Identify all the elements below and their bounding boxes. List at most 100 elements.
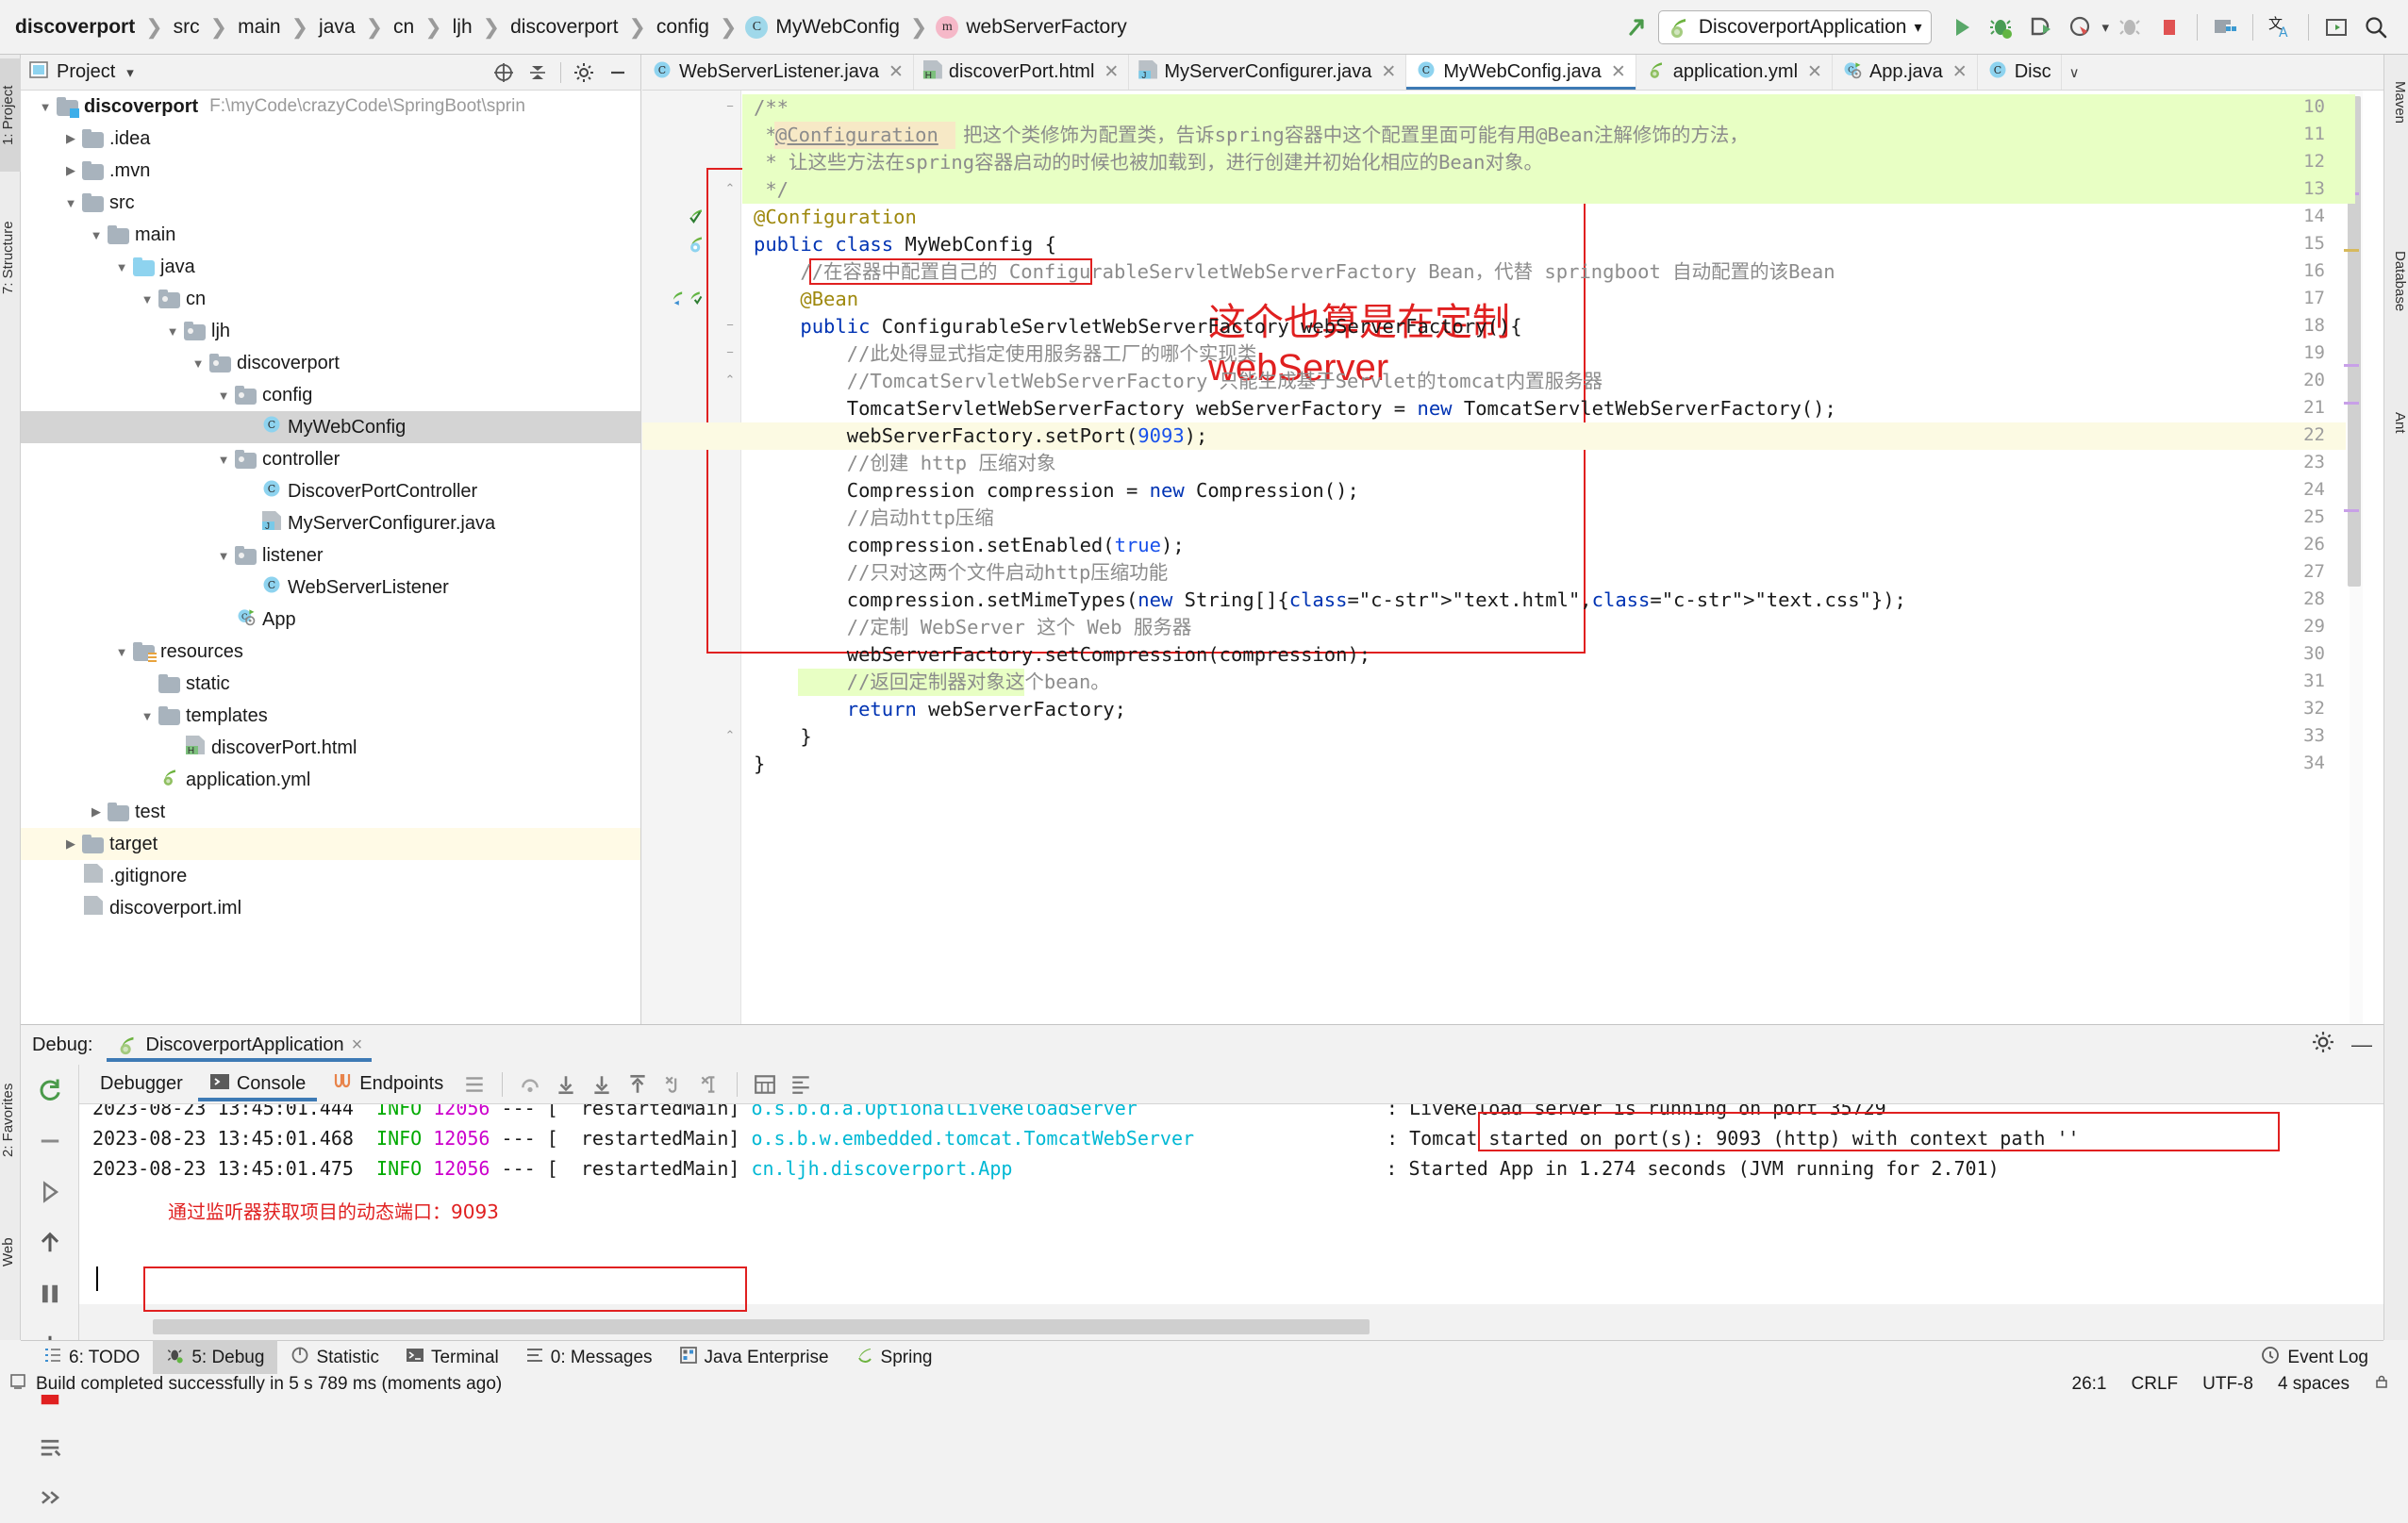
tree-expand-arrow[interactable]: ▼ bbox=[59, 196, 82, 210]
evaluate-expression-icon[interactable] bbox=[749, 1070, 781, 1099]
sidebar-tab-project[interactable]: 1: Project bbox=[0, 58, 21, 172]
tree-item--idea[interactable]: ▶ .idea bbox=[21, 123, 640, 155]
bottom-tab-statistic[interactable]: Statistic bbox=[277, 1340, 392, 1376]
attach-debugger-button[interactable] bbox=[2111, 9, 2149, 45]
tree-item-myserverconfigurer-java[interactable]: J MyServerConfigurer.java bbox=[21, 507, 640, 539]
tree-item-config[interactable]: ▼ config bbox=[21, 379, 640, 411]
code-line[interactable]: webServerFactory.setCompression(compress… bbox=[754, 643, 1370, 666]
back-arrow-icon[interactable] bbox=[1619, 9, 1656, 45]
breadcrumb-item-discoverport-pkg[interactable]: discoverport bbox=[508, 16, 620, 39]
run-to-cursor-icon[interactable] bbox=[693, 1070, 725, 1099]
tree-item-discoverport-iml[interactable]: discoverport.iml bbox=[21, 892, 640, 924]
code-line[interactable]: * 让这些方法在spring容器启动的时候也被加载到，进行创建并初始化相应的Be… bbox=[754, 151, 1543, 174]
close-icon[interactable]: × bbox=[352, 1035, 363, 1056]
editor-tab-application-yml[interactable]: application.yml ✕ bbox=[1636, 55, 1833, 90]
debug-button[interactable] bbox=[1983, 9, 2020, 45]
code-line[interactable]: @Bean bbox=[754, 288, 858, 310]
rerun-icon[interactable] bbox=[21, 1065, 79, 1116]
tab-debugger[interactable]: Debugger bbox=[89, 1069, 194, 1099]
profiler-button[interactable] bbox=[2062, 9, 2100, 45]
breadcrumb-item-main[interactable]: main bbox=[236, 16, 283, 39]
force-step-into-icon[interactable] bbox=[586, 1070, 618, 1099]
breadcrumb-item-java[interactable]: java bbox=[317, 16, 357, 39]
close-icon[interactable]: ✕ bbox=[1952, 61, 1968, 83]
bottom-tab-messages[interactable]: 0: Messages bbox=[512, 1340, 666, 1376]
close-icon[interactable]: ✕ bbox=[888, 61, 904, 83]
debug-session-tab[interactable]: DiscoverportApplication × bbox=[107, 1028, 373, 1062]
code-line[interactable]: public ConfigurableServletWebServerFacto… bbox=[754, 315, 1521, 338]
tree-item-discoverport[interactable]: ▼ discoverport bbox=[21, 347, 640, 379]
editor-tab-discoverport-html[interactable]: HdiscoverPort.html ✕ bbox=[914, 55, 1130, 90]
tree-item-cn[interactable]: ▼ cn bbox=[21, 283, 640, 315]
bottom-tab-terminal[interactable]: Terminal bbox=[392, 1340, 512, 1376]
code-fold-icon[interactable]: ⌃ bbox=[723, 373, 737, 388]
code-line[interactable]: } bbox=[754, 725, 811, 748]
editor-tab-disc[interactable]: C Disc bbox=[1978, 55, 2062, 90]
step-over-icon[interactable] bbox=[514, 1070, 546, 1099]
code-fold-icon[interactable]: − bbox=[723, 346, 737, 360]
lock-icon[interactable] bbox=[2374, 1374, 2389, 1395]
tree-expand-arrow[interactable]: ▼ bbox=[85, 228, 108, 242]
run-button[interactable] bbox=[1943, 9, 1981, 45]
code-line[interactable]: /** bbox=[754, 96, 789, 119]
project-structure-button[interactable] bbox=[2206, 9, 2244, 45]
tree-item-target[interactable]: ▶ target bbox=[21, 828, 640, 860]
code-line[interactable]: @Configuration bbox=[754, 206, 917, 228]
code-line[interactable]: webServerFactory.setPort(9093); bbox=[754, 424, 1208, 447]
soft-wrap-icon[interactable] bbox=[785, 1070, 817, 1099]
editor-tab-webserverlistener-java[interactable]: C WebServerListener.java ✕ bbox=[642, 55, 914, 90]
settings-icon[interactable] bbox=[21, 1421, 79, 1472]
chevron-down-icon[interactable]: ▾ bbox=[126, 64, 134, 81]
tree-item--mvn[interactable]: ▶ .mvn bbox=[21, 155, 640, 187]
tree-expand-arrow[interactable]: ▼ bbox=[161, 324, 184, 339]
tree-item-listener[interactable]: ▼ listener bbox=[21, 539, 640, 571]
pause-icon[interactable] bbox=[21, 1268, 79, 1319]
file-encoding[interactable]: UTF-8 bbox=[2202, 1374, 2253, 1395]
breadcrumb-item-config[interactable]: config bbox=[655, 16, 711, 39]
editor-tab-app-java[interactable]: C App.java ✕ bbox=[1833, 55, 1978, 90]
code-line[interactable]: */ bbox=[754, 178, 789, 201]
tree-item-static[interactable]: static bbox=[21, 668, 640, 700]
close-icon[interactable]: ✕ bbox=[1381, 61, 1396, 83]
hide-panel-icon[interactable] bbox=[603, 58, 633, 87]
drop-frame-icon[interactable] bbox=[657, 1070, 689, 1099]
code-line[interactable]: Compression compression = new Compressio… bbox=[754, 479, 1359, 502]
code-line[interactable]: compression.setEnabled(true); bbox=[754, 534, 1185, 556]
resume-program-icon[interactable] bbox=[21, 1167, 79, 1217]
tree-expand-arrow[interactable]: ▶ bbox=[85, 804, 108, 819]
event-log-label[interactable]: Event Log bbox=[2287, 1348, 2368, 1368]
tree-item-discoverportcontroller[interactable]: C DiscoverPortController bbox=[21, 475, 640, 507]
tree-item-test[interactable]: ▶ test bbox=[21, 796, 640, 828]
gear-icon[interactable] bbox=[2312, 1031, 2334, 1059]
indent-setting[interactable]: 4 spaces bbox=[2278, 1374, 2350, 1395]
minimize-icon[interactable] bbox=[21, 1116, 79, 1167]
tree-item-discoverport-html[interactable]: HdiscoverPort.html bbox=[21, 732, 640, 764]
editor-marker-strip[interactable] bbox=[2348, 91, 2363, 1024]
code-line[interactable]: //返回定制器对象这个bean。 bbox=[754, 670, 1110, 693]
console-horizontal-scrollbar[interactable] bbox=[153, 1319, 1370, 1334]
step-out-icon[interactable] bbox=[622, 1070, 654, 1099]
collapse-all-icon[interactable] bbox=[523, 58, 553, 87]
sidebar-tab-ant[interactable]: Ant bbox=[2383, 385, 2408, 460]
tree-item-application-yml[interactable]: application.yml bbox=[21, 764, 640, 796]
tree-expand-arrow[interactable]: ▼ bbox=[212, 549, 235, 563]
tree-item-resources[interactable]: ▼ resources bbox=[21, 636, 640, 668]
code-fold-icon[interactable]: − bbox=[723, 319, 737, 333]
run-with-coverage-button[interactable] bbox=[2022, 9, 2060, 45]
tree-item-templates[interactable]: ▼ templates bbox=[21, 700, 640, 732]
tree-item-mywebconfig[interactable]: C MyWebConfig bbox=[21, 411, 640, 443]
search-everywhere-button[interactable] bbox=[2357, 9, 2395, 45]
code-line[interactable]: //TomcatServletWebServerFactory 只能生成基于Se… bbox=[754, 370, 1603, 392]
code-fold-icon[interactable]: ⌃ bbox=[723, 729, 737, 743]
tree-item-src[interactable]: ▼ src bbox=[21, 187, 640, 219]
code-line[interactable]: //定制 WebServer 这个 Web 服务器 bbox=[754, 616, 1192, 638]
editor-tab-mywebconfig-java[interactable]: C MyWebConfig.java ✕ bbox=[1406, 55, 1636, 90]
layout-settings-icon[interactable] bbox=[458, 1070, 490, 1099]
tab-console[interactable]: Console bbox=[198, 1068, 317, 1101]
tree-item-java[interactable]: ▼ java bbox=[21, 251, 640, 283]
gutter-bean-icon[interactable] bbox=[686, 207, 706, 232]
breadcrumb-item-webserverfactory[interactable]: webServerFactory bbox=[964, 16, 1128, 39]
tab-endpoints[interactable]: Endpoints bbox=[321, 1068, 455, 1101]
code-line[interactable]: //在容器中配置自己的 ConfigurableServletWebServer… bbox=[754, 260, 1835, 283]
code-line[interactable]: TomcatServletWebServerFactory webServerF… bbox=[754, 397, 1836, 420]
